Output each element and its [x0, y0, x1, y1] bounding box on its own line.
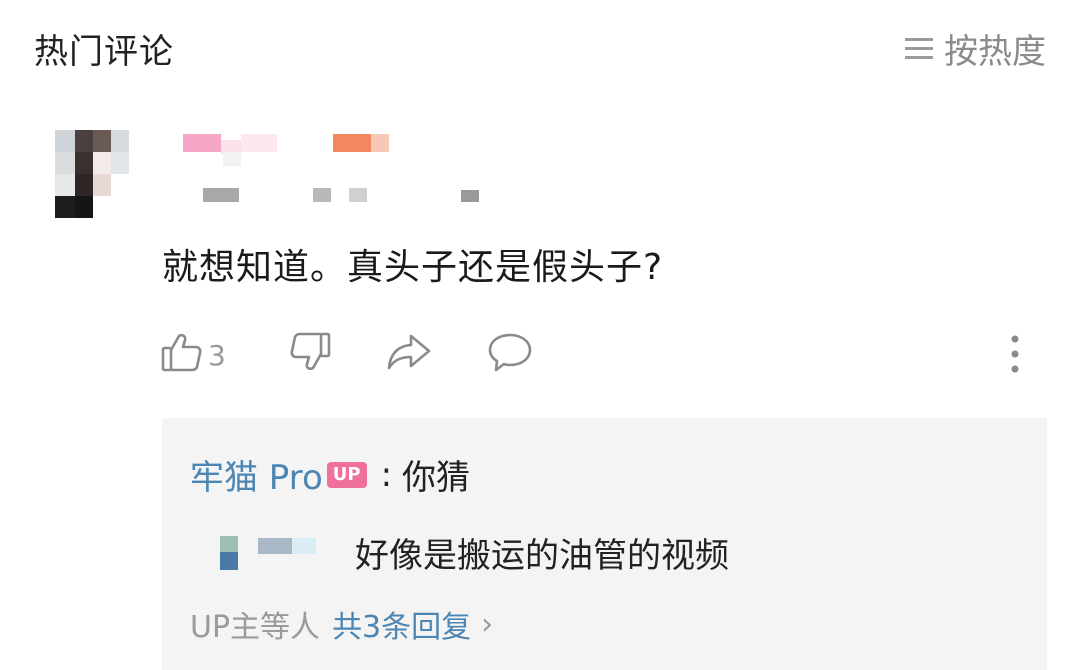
menu-icon	[904, 36, 934, 62]
reply-text: 好像是搬运的油管的视频	[355, 536, 729, 576]
share-button[interactable]	[385, 330, 433, 378]
comment-text: 就想知道。真头子还是假头子?	[162, 247, 664, 288]
blurred-author-part	[258, 538, 292, 554]
more-vertical-icon	[1010, 334, 1020, 378]
reply-button[interactable]	[487, 330, 533, 378]
sort-label: 按热度	[944, 32, 1046, 72]
comment-actions: 3	[160, 330, 1040, 380]
thumbs-up-icon	[160, 330, 204, 378]
thumbs-down-icon	[288, 330, 332, 378]
share-icon	[385, 330, 433, 378]
view-all-replies-link[interactable]: UP主等人 共3条回复 ›	[190, 602, 493, 646]
reply-separator: :	[380, 454, 393, 495]
blurred-author-part	[220, 552, 238, 570]
chat-bubble-icon	[487, 330, 533, 378]
sort-button[interactable]: 按热度	[904, 24, 1046, 73]
reply-text: 你猜	[402, 458, 471, 498]
reply-author-name[interactable]: 牢猫 Pro	[190, 450, 323, 499]
dislike-button[interactable]	[288, 330, 332, 378]
total-replies-count: 共3条回复	[332, 610, 472, 645]
replies-preview[interactable]: 牢猫 Pro UP : 你猜 好像是搬运的油管的视频 UP主等人 共3条回复 ›	[162, 418, 1047, 670]
blurred-author[interactable]	[220, 536, 238, 552]
chevron-right-icon: ›	[481, 606, 494, 642]
like-button[interactable]: 3	[160, 330, 226, 378]
avatar[interactable]	[55, 130, 129, 218]
reply-item: 牢猫 Pro UP : 你猜	[190, 450, 470, 499]
up-badge: UP	[326, 461, 367, 488]
like-count: 3	[208, 338, 226, 372]
blurred-author-part	[292, 538, 316, 554]
section-title: 热门评论	[34, 32, 174, 72]
comments-header: 热门评论 按热度	[0, 0, 1080, 95]
more-options-button[interactable]	[1010, 334, 1020, 378]
reply-participants: UP主等人	[190, 610, 321, 645]
username-blurred[interactable]	[183, 132, 523, 202]
reply-item: 好像是搬运的油管的视频	[220, 528, 920, 580]
